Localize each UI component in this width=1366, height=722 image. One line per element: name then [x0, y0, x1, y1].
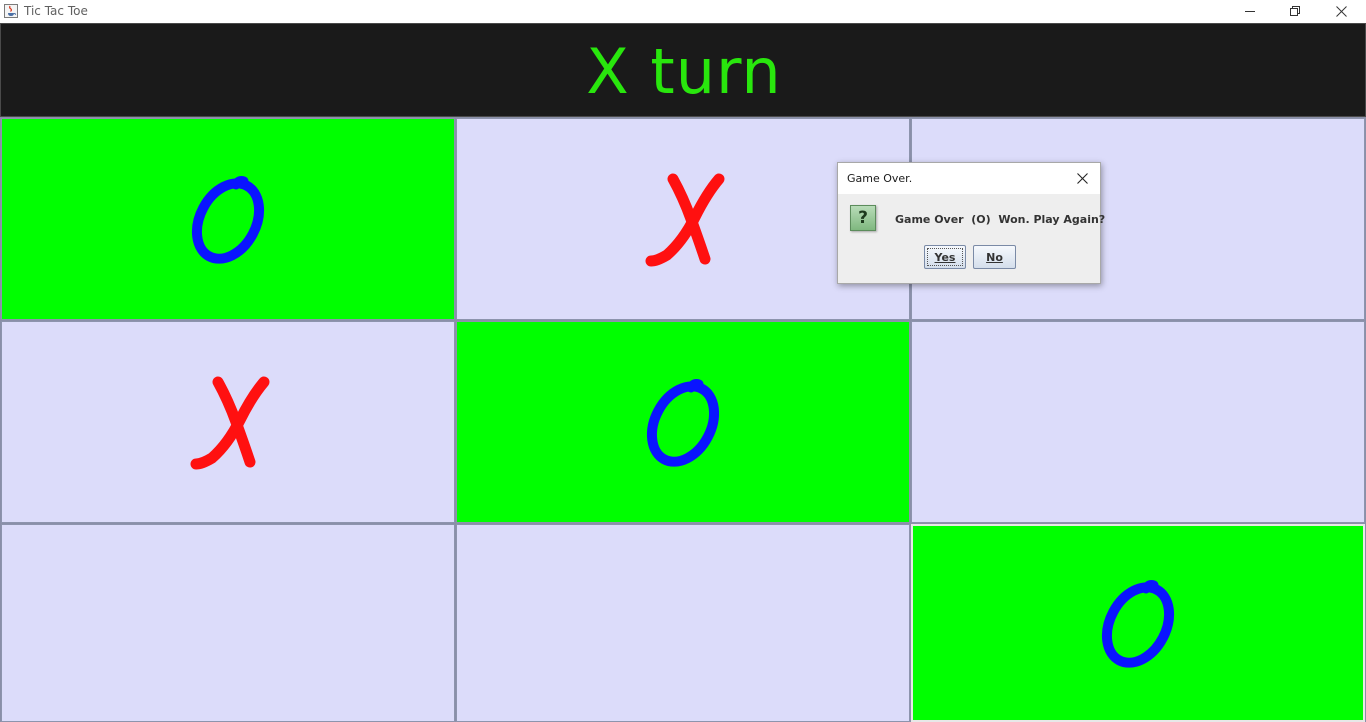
minimize-icon [1245, 6, 1255, 16]
turn-label: X turn [586, 34, 782, 108]
dialog-close-button[interactable] [1070, 167, 1094, 189]
board-cell-4[interactable] [1, 321, 455, 523]
dialog-titlebar: Game Over. [838, 163, 1100, 194]
o-mark [1101, 580, 1175, 668]
no-button-label: No [986, 250, 1003, 264]
no-button[interactable]: No [973, 245, 1016, 269]
close-icon [1076, 169, 1088, 188]
board-cell-7[interactable] [1, 524, 455, 722]
yes-button[interactable]: Yes [924, 245, 966, 269]
board-cell-8[interactable] [456, 524, 910, 722]
dialog-title: Game Over. [847, 172, 913, 185]
cell-mark [457, 525, 909, 721]
minimize-button[interactable] [1227, 0, 1273, 22]
restore-icon [1290, 6, 1300, 16]
o-mark [191, 176, 265, 264]
window-title: Tic Tac Toe [24, 4, 88, 18]
board-cell-5[interactable] [456, 321, 910, 523]
turn-header: X turn [0, 23, 1366, 117]
x-mark [645, 173, 725, 267]
java-cup-icon [3, 3, 19, 19]
cell-mark [2, 525, 454, 721]
game-over-dialog: Game Over. ? Game Over (O) Won. Play Aga… [837, 162, 1105, 284]
cell-mark [912, 322, 1364, 522]
cell-mark [2, 322, 454, 522]
game-board [0, 117, 1366, 722]
close-icon [1335, 5, 1347, 17]
x-mark [190, 376, 270, 470]
cell-mark [913, 526, 1363, 720]
board-cell-9[interactable] [911, 524, 1365, 722]
window-titlebar: Tic Tac Toe [0, 0, 1366, 23]
o-mark [646, 379, 720, 467]
restore-button[interactable] [1272, 0, 1318, 22]
yes-button-label: Yes [934, 250, 956, 264]
dialog-message: Game Over (O) Won. Play Again? [895, 213, 1106, 226]
question-icon: ? [850, 205, 876, 231]
cell-mark [457, 322, 909, 522]
cell-mark [2, 119, 454, 319]
close-window-button[interactable] [1318, 0, 1364, 22]
board-cell-6[interactable] [911, 321, 1365, 523]
board-cell-1[interactable] [1, 118, 455, 320]
